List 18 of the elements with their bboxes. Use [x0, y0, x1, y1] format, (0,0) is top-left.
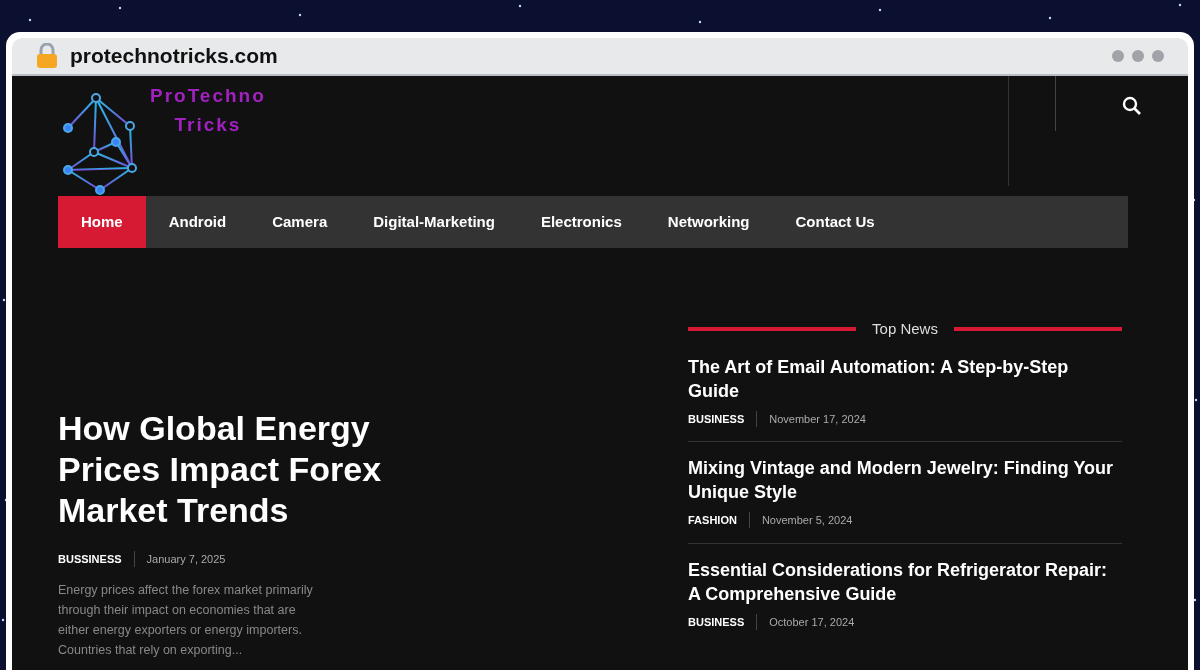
- post-date: January 7, 2025: [146, 552, 226, 567]
- featured-excerpt: Energy prices affect the forex market primarily through their impact on economies that are either energy exporters or energy importers. Countries that rely on exporting...: [58, 581, 314, 659]
- featured-title[interactable]: How Global Energy Prices Impact Forex Market Trends: [58, 408, 388, 531]
- nav-link[interactable]: Home: [58, 196, 146, 248]
- post-date: November 17, 2024: [769, 411, 866, 427]
- news-title[interactable]: The Art of Email Automation: A Step-by-Step Guide: [688, 354, 1122, 403]
- section-heading: Top News: [872, 319, 938, 339]
- news-title[interactable]: Mixing Vintage and Modern Jewelry: Finding Your Unique Style: [688, 456, 1122, 504]
- logo-text: ProTechno: [150, 84, 266, 108]
- category-label: BUSSINESS: [58, 552, 122, 567]
- post-date: November 5, 2024: [761, 513, 853, 528]
- news-title[interactable]: Essential Considerations for Refrigerator Repair: A Comprehensive Guide: [688, 557, 1122, 606]
- url-text: protechnotricks.com: [70, 43, 278, 70]
- category-label: FASHION: [688, 513, 737, 528]
- logo-text: Tricks: [174, 112, 242, 137]
- category-label: BUSINESS: [688, 411, 745, 427]
- category-label: BUSINESS: [688, 614, 745, 630]
- post-date: October 17, 2024: [769, 614, 855, 630]
